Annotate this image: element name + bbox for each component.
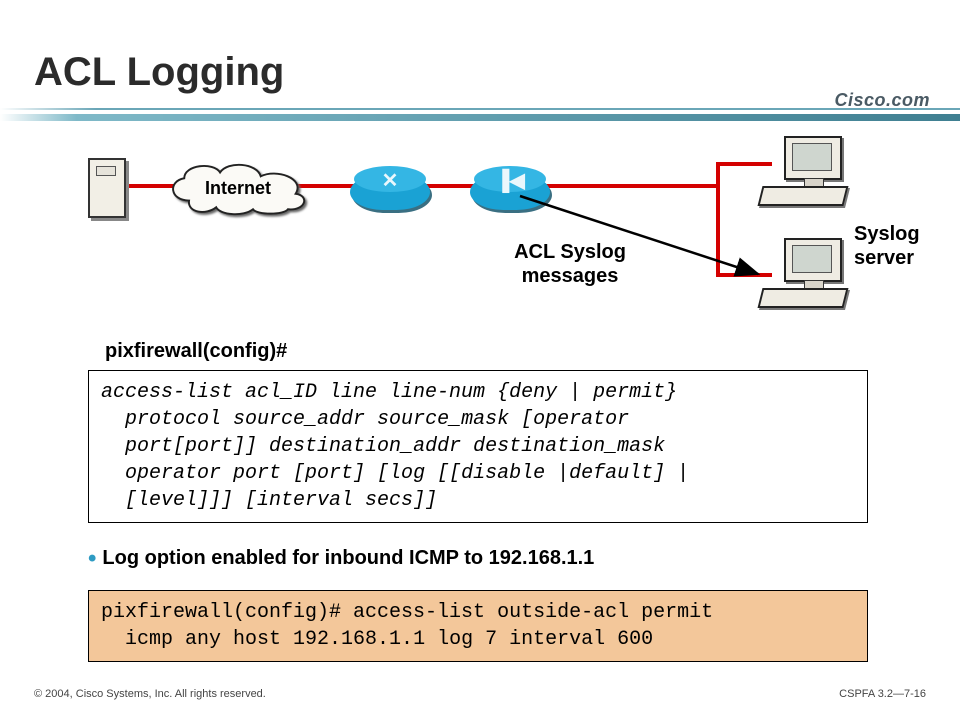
cisco-logo: Cisco.com xyxy=(834,90,930,111)
internet-label: Internet xyxy=(205,178,271,199)
syntax-codebox: access-list acl_ID line line-num {deny |… xyxy=(88,370,868,523)
bullet-point: • Log option enabled for inbound ICMP to … xyxy=(88,545,594,573)
example-codebox: pixfirewall(config)# access-list outside… xyxy=(88,590,868,662)
footer-slide-ref: CSPFA 3.2—7-16 xyxy=(839,688,926,700)
router-arrows-icon: ✕ xyxy=(350,162,430,198)
bullet-text: Log option enabled for inbound ICMP to 1… xyxy=(102,547,594,569)
network-diagram: Internet ✕ ▐◀ ACL Syslogmessages Syslogs… xyxy=(0,140,960,330)
server-icon xyxy=(88,158,126,218)
bullet-icon: • xyxy=(88,545,96,572)
slide-title: ACL Logging xyxy=(34,50,284,95)
router-icon: ✕ xyxy=(350,162,430,210)
config-prompt: pixfirewall(config)# xyxy=(105,340,287,363)
footer-copyright: © 2004, Cisco Systems, Inc. All rights r… xyxy=(34,688,266,700)
syslog-server-label: Syslogserver xyxy=(854,222,944,270)
slide: ACL Logging Cisco.com Internet ✕ ▐◀ xyxy=(0,0,960,720)
divider-bar xyxy=(0,105,960,125)
acl-syslog-label: ACL Syslogmessages xyxy=(480,240,660,288)
firewall-glyph-icon: ▐◀ xyxy=(470,162,550,198)
